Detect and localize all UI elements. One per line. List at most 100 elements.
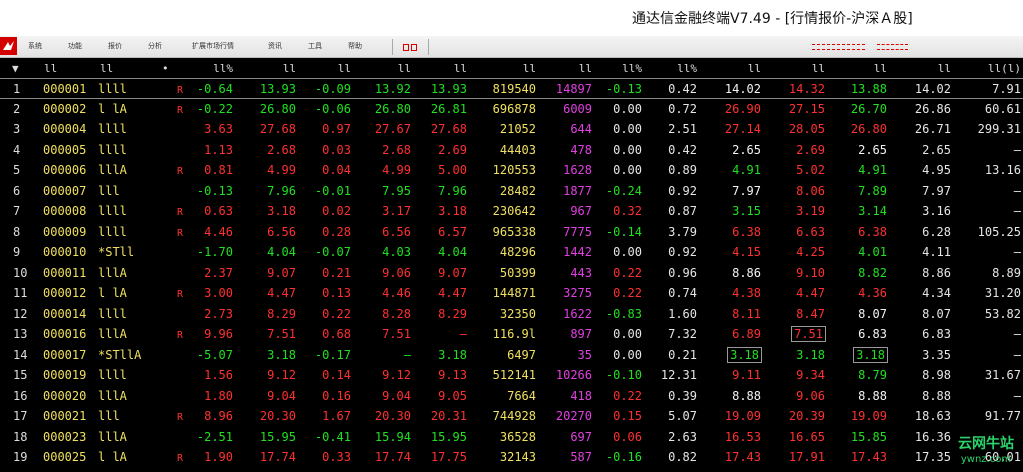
- col-header-price[interactable]: ll: [283, 62, 296, 75]
- turnover: 0.21: [668, 347, 697, 362]
- col-header-ask[interactable]: ll: [454, 62, 467, 75]
- col-header-current-vol[interactable]: ll: [579, 62, 592, 75]
- ask: 9.07: [438, 265, 467, 280]
- margin-flag: R: [177, 85, 184, 96]
- margin-flag: R: [177, 166, 184, 177]
- col-header-low[interactable]: ll: [874, 62, 887, 75]
- row-index: 10: [13, 265, 28, 280]
- table-row[interactable]: 14 000017 *STllA -5.07 3.18 -0.17 – 3.18 6497 35 0…: [0, 345, 1023, 366]
- menu-tools[interactable]: 工具: [308, 41, 322, 51]
- col-header-prev-close[interactable]: ll: [938, 62, 951, 75]
- menu-analysis[interactable]: 分析: [148, 41, 162, 51]
- menu-function[interactable]: 功能: [68, 41, 82, 51]
- pe-ratio: 8.89: [992, 265, 1021, 280]
- table-row[interactable]: 4 000005 llll 1.13 2.68 0.03 2.68 2.69 44403 478 0…: [0, 140, 1023, 161]
- table-row[interactable]: 11 000012 l lA R 3.00 4.47 0.13 4.46 4.47 144871 3…: [0, 283, 1023, 304]
- table-row[interactable]: 17 000021 lll R 8.96 20.30 1.67 20.30 20.31 74492…: [0, 406, 1023, 427]
- current-volume: 20270: [555, 409, 592, 423]
- prev-close: 4.34: [922, 286, 951, 300]
- ask: –: [459, 327, 467, 341]
- high: 6.63: [796, 224, 825, 239]
- bid: 13.92: [374, 82, 411, 96]
- current-volume: 14897: [555, 82, 592, 96]
- table-row[interactable]: 12 000014 llll 2.73 8.29 0.22 8.28 8.29 32350 162…: [0, 304, 1023, 325]
- col-header-code[interactable]: ll: [44, 62, 57, 75]
- low: 8.82: [858, 265, 887, 280]
- table-row[interactable]: 6 000007 lll -0.13 7.96 -0.01 7.95 7.96 28482 187…: [0, 181, 1023, 202]
- row-index: 9: [13, 245, 21, 259]
- price: 4.99: [267, 163, 296, 177]
- menu-help[interactable]: 帮助: [348, 41, 362, 51]
- ask: 8.29: [438, 306, 467, 321]
- table-row[interactable]: 1 000001 llll R -0.64 13.93 -0.09 13.92 13.93 819…: [0, 78, 1023, 99]
- current-volume: 1628: [563, 163, 592, 177]
- menu-ext-market[interactable]: 扩展市场行情: [192, 41, 234, 51]
- bid: 3.17: [382, 204, 411, 218]
- bid: 15.94: [374, 429, 411, 444]
- table-row[interactable]: 19 000025 l lA R 1.90 17.74 0.33 17.74 17.75 3214…: [0, 447, 1023, 468]
- col-header-rise-speed[interactable]: ll%: [622, 62, 642, 75]
- stock-code: 000021: [43, 409, 87, 423]
- current-volume: 7775: [563, 224, 592, 239]
- rise-speed: 0.32: [613, 204, 642, 218]
- sort-arrow-icon[interactable]: ▼: [12, 62, 19, 75]
- rise-speed: -0.13: [605, 82, 642, 96]
- stock-code: 000011: [43, 265, 87, 280]
- col-header-open[interactable]: ll: [748, 62, 761, 75]
- col-header-change[interactable]: ll: [338, 62, 351, 75]
- stock-name: lll: [98, 183, 120, 198]
- menu-quote[interactable]: 报价: [108, 41, 122, 51]
- bid: 26.80: [374, 101, 411, 116]
- table-row[interactable]: 2 000002 l lA R -0.22 26.80 -0.06 26.80 26.81 696…: [0, 99, 1023, 120]
- current-volume: 1622: [563, 306, 592, 321]
- row-index: 6: [13, 183, 21, 198]
- col-header-volume[interactable]: ll: [523, 62, 536, 75]
- change: -0.06: [314, 101, 351, 116]
- tdx-logo-icon[interactable]: [0, 37, 17, 55]
- window-layout-icon[interactable]: [400, 40, 420, 54]
- prev-close: 4.95: [922, 163, 951, 177]
- table-row[interactable]: 13 000016 lllA R 9.96 7.51 0.68 7.51 – 116.9l 897 0…: [0, 324, 1023, 345]
- change: -0.01: [314, 183, 351, 198]
- col-header-turnover[interactable]: ll%: [677, 62, 697, 75]
- high: 4.25: [796, 245, 825, 259]
- rise-speed: 0.22: [613, 388, 642, 403]
- table-row[interactable]: 5 000006 lllA R 0.81 4.99 0.04 4.99 5.00 120553 16…: [0, 160, 1023, 181]
- table-row[interactable]: 16 000020 lllA 1.80 9.04 0.16 9.04 9.05 7664 418 0…: [0, 386, 1023, 407]
- high: 16.65: [788, 429, 825, 444]
- low: 3.18: [853, 346, 888, 363]
- volume: 965338: [492, 224, 536, 239]
- current-volume: 443: [570, 265, 592, 280]
- change: 0.97: [322, 122, 351, 136]
- menu-news[interactable]: 资讯: [268, 41, 282, 51]
- margin-flag: R: [177, 330, 184, 341]
- col-header-flag[interactable]: •: [162, 62, 169, 75]
- col-header-high[interactable]: ll: [812, 62, 825, 75]
- table-row[interactable]: 9 000010 *STll -1.70 4.04 -0.07 4.03 4.04 48296 1…: [0, 242, 1023, 263]
- table-row[interactable]: 15 000019 llll 1.56 9.12 0.14 9.12 9.13 512141 10…: [0, 365, 1023, 386]
- table-row[interactable]: 7 000008 llll R 0.63 3.18 0.02 3.17 3.18 230642 96…: [0, 201, 1023, 222]
- stock-name: l lA: [98, 286, 127, 300]
- col-header-pe[interactable]: ll(l): [988, 62, 1021, 75]
- col-header-change-pct[interactable]: ll%: [213, 62, 233, 75]
- col-header-name[interactable]: ll: [100, 62, 113, 75]
- menu-system[interactable]: 系统: [28, 41, 42, 51]
- bid: 4.99: [382, 163, 411, 177]
- price: 20.30: [259, 409, 296, 423]
- prev-close: 8.07: [922, 306, 951, 321]
- price: 3.18: [267, 347, 296, 362]
- col-header-bid[interactable]: ll: [398, 62, 411, 75]
- stock-name: llll: [98, 368, 127, 382]
- bid: 6.56: [382, 224, 411, 239]
- table-row[interactable]: 10 000011 lllA 2.37 9.07 0.21 9.06 9.07 50399 443…: [0, 263, 1023, 284]
- table-row[interactable]: 8 000009 llll R 4.46 6.56 0.28 6.56 6.57 965338 77…: [0, 222, 1023, 243]
- prev-close: 6.28: [922, 224, 951, 239]
- table-row[interactable]: 3 000004 llll 3.63 27.68 0.97 27.67 27.68 21052 6…: [0, 119, 1023, 140]
- turnover: 5.07: [668, 409, 697, 423]
- change: 1.67: [322, 409, 351, 423]
- high: 27.15: [788, 101, 825, 116]
- turnover: 0.39: [668, 388, 697, 403]
- change: 0.02: [322, 204, 351, 218]
- table-row[interactable]: 18 000023 lllA -2.51 15.95 -0.41 15.94 15.95 365…: [0, 427, 1023, 448]
- turnover: 0.72: [668, 101, 697, 116]
